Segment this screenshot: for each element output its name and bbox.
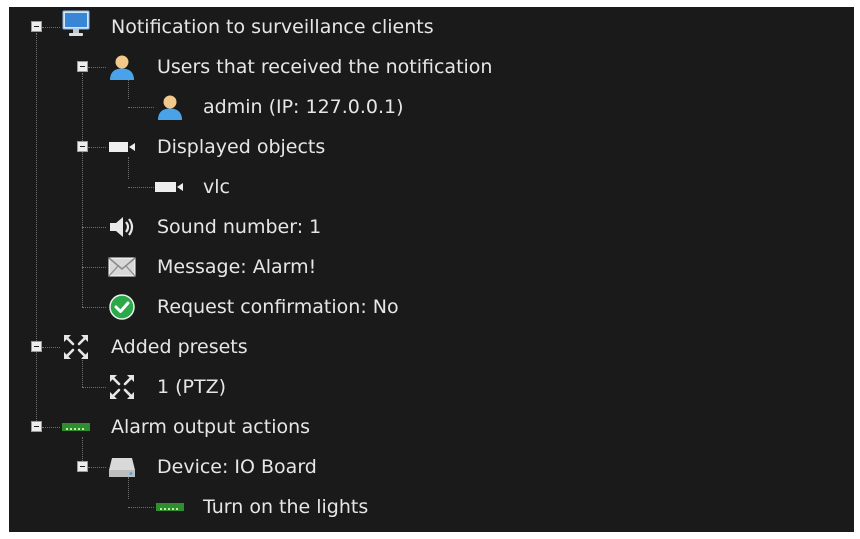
node-label: Users that received the notification — [157, 56, 493, 78]
tree-connector — [42, 347, 60, 348]
node-label: Sound number: 1 — [157, 216, 322, 238]
relay-icon — [61, 413, 91, 441]
collapse-toggle[interactable] — [77, 61, 88, 72]
collapse-toggle[interactable] — [31, 341, 42, 352]
node-label: Request confirmation: No — [157, 296, 399, 318]
node-label: Added presets — [111, 336, 248, 358]
collapse-toggle[interactable] — [77, 461, 88, 472]
tree-connector — [88, 467, 106, 468]
monitor-icon — [61, 10, 91, 38]
speaker-icon — [107, 213, 137, 241]
collapse-toggle[interactable] — [31, 21, 42, 32]
tree-node-displayed-objects[interactable]: Displayed objects — [9, 129, 854, 165]
node-label: vlc — [203, 176, 230, 198]
relay-icon — [155, 493, 185, 521]
check-circle-icon — [107, 293, 137, 321]
camera-icon — [107, 133, 137, 161]
tree-node-notification[interactable]: Notification to surveillance clients — [9, 9, 854, 45]
tree-connector — [42, 27, 60, 28]
user-icon — [107, 53, 137, 81]
tree-node-turn-on-lights[interactable]: Turn on the lights — [9, 489, 854, 525]
node-label: Notification to surveillance clients — [111, 16, 434, 38]
device-icon — [107, 453, 137, 481]
tree-node-device[interactable]: Device: IO Board — [9, 449, 854, 485]
node-label: Alarm output actions — [111, 416, 311, 438]
node-label: Device: IO Board — [157, 456, 317, 478]
node-label: Message: Alarm! — [157, 256, 317, 278]
tree-node-alarm-output[interactable]: Alarm output actions — [9, 409, 854, 445]
user-icon — [155, 93, 185, 121]
tree-connector — [88, 67, 106, 68]
tree-connector — [82, 307, 106, 308]
tree-node-sound[interactable]: Sound number: 1 — [9, 209, 854, 245]
tree-connector — [82, 387, 106, 388]
tree-connector — [82, 267, 106, 268]
ptz-icon — [61, 333, 91, 361]
collapse-toggle[interactable] — [77, 141, 88, 152]
camera-icon — [155, 173, 185, 201]
tree-node-vlc[interactable]: vlc — [9, 169, 854, 205]
tree-connector — [82, 227, 106, 228]
tree-node-users[interactable]: Users that received the notification — [9, 49, 854, 85]
node-label: 1 (PTZ) — [157, 376, 227, 398]
tree-node-added-presets[interactable]: Added presets — [9, 329, 854, 365]
node-label: Turn on the lights — [203, 496, 369, 518]
tree-node-confirmation[interactable]: Request confirmation: No — [9, 289, 854, 325]
node-label: Displayed objects — [157, 136, 326, 158]
tree-connector — [128, 107, 154, 108]
action-tree: Notification to surveillance clients Use… — [9, 7, 854, 532]
tree-connector — [88, 147, 106, 148]
tree-node-message[interactable]: Message: Alarm! — [9, 249, 854, 285]
collapse-toggle[interactable] — [31, 421, 42, 432]
tree-connector — [128, 507, 154, 508]
tree-node-preset-1[interactable]: 1 (PTZ) — [9, 369, 854, 405]
tree-connector — [42, 427, 60, 428]
tree-node-admin[interactable]: admin (IP: 127.0.0.1) — [9, 89, 854, 125]
ptz-icon — [107, 373, 137, 401]
tree-connector — [128, 187, 154, 188]
node-label: admin (IP: 127.0.0.1) — [203, 96, 404, 118]
envelope-icon — [107, 253, 137, 281]
